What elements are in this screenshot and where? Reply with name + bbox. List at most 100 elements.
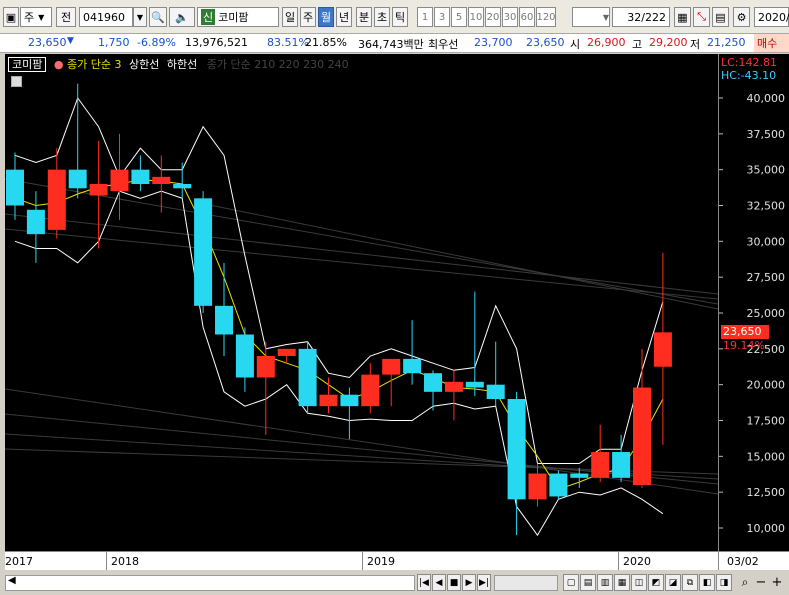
candle-body (465, 381, 484, 388)
number-tab-0[interactable]: 1 (417, 7, 433, 27)
candle-10[interactable] (215, 262, 233, 356)
candle-19[interactable] (403, 320, 422, 385)
gear-icon[interactable]: ⚙ (733, 7, 750, 27)
candle-22[interactable] (465, 291, 484, 397)
period-tab-3[interactable]: 년 (336, 7, 352, 27)
number-tab-4[interactable]: 20 (485, 7, 501, 27)
first-icon[interactable]: |◀ (417, 574, 431, 591)
candle-8[interactable] (173, 162, 192, 199)
tool-icon[interactable]: ⧉ (682, 574, 698, 591)
minus-icon[interactable]: − (754, 574, 768, 591)
period-tab-2[interactable]: 월 (318, 7, 334, 27)
layout-icon[interactable]: ▣ (3, 7, 19, 27)
candle-15[interactable] (319, 377, 338, 414)
number-tab-7[interactable]: 120 (536, 7, 556, 27)
candle-0[interactable] (6, 152, 24, 220)
search-icon[interactable]: 🔍 (149, 7, 167, 27)
candle-29[interactable] (612, 434, 631, 483)
candle-6[interactable] (131, 155, 150, 192)
y-axis: 40,000 37,500 35,000 32,500 30,000 27,500 25,0… (718, 54, 789, 551)
period-tab-0[interactable]: 일 (282, 7, 298, 27)
candle-body (26, 209, 45, 235)
date-field[interactable]: 2020/ (754, 7, 789, 27)
chart-tool-icon[interactable]: ⤡ (693, 7, 710, 27)
number-tab-1[interactable]: 3 (434, 7, 450, 27)
tool-icon[interactable]: ◫ (631, 574, 647, 591)
x-divider (618, 552, 619, 570)
legend-lower[interactable]: 하한선 (167, 58, 197, 71)
period-tab-5[interactable]: 초 (374, 7, 390, 27)
tool-icon[interactable]: ◧ (699, 574, 715, 591)
candle-body (403, 358, 422, 374)
number-tab-6[interactable]: 60 (519, 7, 535, 27)
price-chart[interactable] (4, 54, 719, 551)
x-label-2018: 2018 (111, 555, 139, 568)
y-tick-label: 17,500 (747, 415, 786, 428)
candle-3[interactable] (68, 83, 87, 199)
legend-name[interactable]: 코미팜 (8, 57, 47, 72)
number-tab-3[interactable]: 10 (468, 7, 484, 27)
candle-23[interactable] (486, 341, 505, 407)
zoom-slider[interactable] (494, 575, 558, 591)
code-dropdown-icon[interactable]: ▼ (133, 7, 147, 27)
candle-9[interactable] (194, 191, 213, 313)
candle-30[interactable] (633, 348, 651, 488)
chart-area[interactable]: 코미팜 ● 종가 단순 3 상한선 하한선 종가 단순 210 220 230 … (4, 54, 719, 551)
grid-icon[interactable]: ▦ (674, 7, 691, 27)
y-tick-label: 32,500 (747, 200, 786, 213)
tool-icon[interactable]: ◩ (648, 574, 664, 591)
plus-icon[interactable]: + (770, 574, 784, 591)
tool-icon[interactable]: ◪ (665, 574, 681, 591)
calculator-icon[interactable] (11, 76, 22, 87)
stock-code-input[interactable]: 041960 (79, 7, 133, 27)
legend-faint: 종가 단순 210 220 230 240 (206, 58, 349, 71)
next-icon[interactable]: ▶ (462, 574, 476, 591)
scroll-track[interactable]: ◀ (5, 575, 415, 591)
speaker-icon[interactable]: 🔈 (169, 7, 195, 27)
legend-ma[interactable]: 종가 단순 3 (67, 58, 121, 71)
candle-20[interactable] (424, 370, 442, 411)
candle-25[interactable] (528, 463, 547, 507)
candle-17[interactable] (361, 363, 380, 414)
candle-11[interactable] (235, 327, 254, 392)
prev-button[interactable]: 전 (56, 7, 76, 27)
candle-24[interactable] (507, 391, 526, 536)
period-tab-1[interactable]: 주 (300, 7, 316, 27)
candle-21[interactable] (444, 370, 463, 421)
period-tab-4[interactable]: 분 (356, 7, 372, 27)
candle-12[interactable] (256, 341, 275, 435)
candle-14[interactable] (298, 341, 317, 414)
candle-body (235, 334, 254, 378)
scroll-left-icon[interactable]: ◀ (8, 575, 16, 586)
candle-16[interactable] (340, 387, 359, 440)
candle-28[interactable] (591, 424, 610, 483)
tool-icon[interactable]: ▥ (597, 574, 613, 591)
legend-upper[interactable]: 상한선 (129, 58, 159, 71)
candle-31[interactable] (653, 252, 672, 445)
candle-18[interactable] (382, 358, 401, 407)
period-tab-6[interactable]: 틱 (392, 7, 408, 27)
candle-26[interactable] (549, 470, 568, 500)
number-tab-2[interactable]: 5 (451, 7, 467, 27)
zoom-icon[interactable]: ⌕ (738, 574, 752, 591)
count-field[interactable]: 32/222 (612, 7, 670, 27)
volume: 13,976,521 (185, 36, 248, 49)
number-tab-5[interactable]: 30 (502, 7, 518, 27)
buy-button[interactable]: 매수 (754, 34, 789, 52)
stock-name-field[interactable]: 신 코미팜 (197, 7, 279, 27)
prev-icon[interactable]: ◀ (432, 574, 446, 591)
last-icon[interactable]: ▶| (477, 574, 491, 591)
candle-2[interactable] (47, 148, 66, 239)
tool-icon[interactable]: ▤ (580, 574, 596, 591)
candle-1[interactable] (26, 191, 45, 263)
tool-icon[interactable]: ▢ (563, 574, 579, 591)
period-type-select[interactable]: 주 ▼ (20, 7, 52, 27)
stop-icon[interactable]: ■ (447, 574, 461, 591)
tool-icon[interactable]: ▦ (614, 574, 630, 591)
down-arrow-icon: ▼ (67, 36, 74, 46)
candle-4[interactable] (89, 141, 108, 249)
tool-icon[interactable]: ◨ (716, 574, 732, 591)
range-select[interactable]: ▼ (572, 7, 610, 27)
save-icon[interactable]: ▤ (712, 7, 729, 27)
y-tick-label: 40,000 (747, 92, 786, 105)
